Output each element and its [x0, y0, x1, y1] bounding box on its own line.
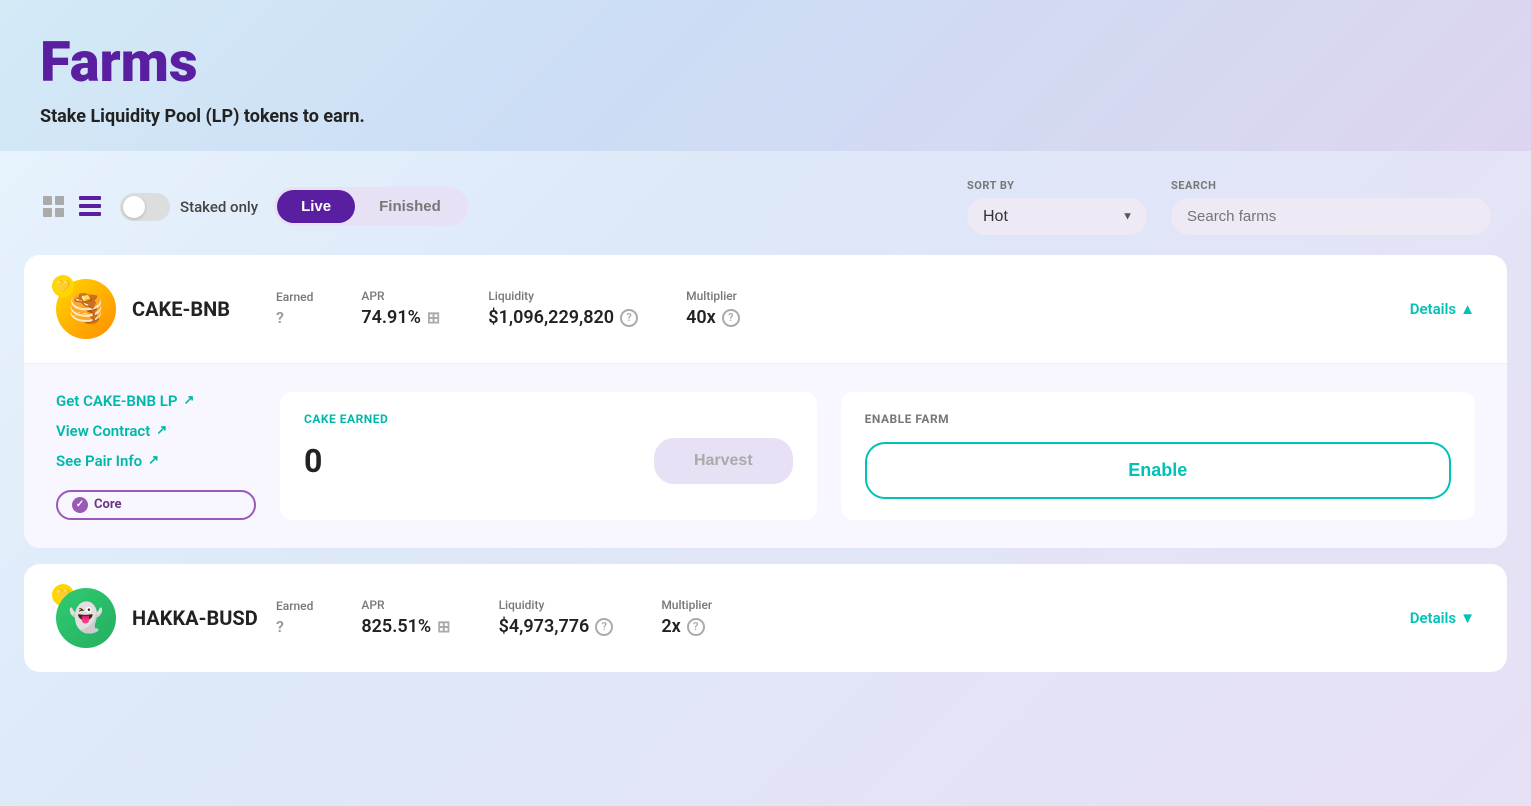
stat-apr-cake-bnb: APR 74.91% ⊞	[361, 289, 440, 328]
apr-calc-icon-2[interactable]: ⊞	[437, 617, 450, 636]
enable-farm-header: ENABLE FARM	[865, 412, 1451, 426]
stat-liquidity-cake-bnb: Liquidity $1,096,229,820 ?	[488, 289, 638, 328]
search-group: SEARCH	[1171, 179, 1491, 235]
external-link-icon-3: ↗	[148, 453, 159, 468]
staked-only-toggle-group: Staked only	[120, 193, 258, 221]
earned-value-2: ?	[276, 617, 313, 636]
liquidity-label: Liquidity	[488, 289, 638, 303]
farm-stats-hakka-busd: Earned ? APR 825.51% ⊞ Liquidity $4,973,…	[276, 598, 1410, 637]
apr-calc-icon[interactable]: ⊞	[427, 308, 440, 327]
multiplier-label-2: Multiplier	[661, 598, 712, 612]
stat-multiplier-cake-bnb: Multiplier 40x ?	[686, 289, 740, 328]
farm-row-hakka-busd: 💛 👻 HAKKA-BUSD Earned ? APR 825.51% ⊞	[24, 564, 1507, 672]
farm-logo-badge: 💛	[52, 275, 74, 297]
apr-label: APR	[361, 289, 440, 303]
left-controls: Staked only Live Finished	[40, 187, 468, 226]
sort-select-wrapper: Hot APR Multiplier Earned Liquidity	[967, 198, 1147, 235]
details-chevron-down-icon: ▼	[1460, 609, 1475, 627]
sort-by-label: SORT BY	[967, 179, 1147, 192]
apr-value-2: 825.51% ⊞	[361, 616, 450, 637]
stat-apr-hakka-busd: APR 825.51% ⊞	[361, 598, 450, 637]
see-pair-info-link[interactable]: See Pair Info ↗	[56, 452, 256, 470]
earned-label: Earned	[276, 290, 313, 304]
list-view-icon[interactable]	[76, 193, 104, 221]
external-link-icon-2: ↗	[156, 423, 167, 438]
farm-card-cake-bnb: 💛 🥞 CAKE-BNB Earned ? APR 74.91% ⊞	[24, 255, 1507, 548]
staked-only-label: Staked only	[180, 198, 258, 216]
cake-earned-header: CAKE EARNED	[304, 412, 793, 426]
page-title: Farms	[40, 32, 1491, 94]
grid-view-icon[interactable]	[40, 193, 68, 221]
liquidity-value: $1,096,229,820 ?	[488, 307, 638, 328]
details-btn-cake-bnb[interactable]: Details ▲	[1410, 300, 1475, 318]
live-finished-tabs: Live Finished	[274, 187, 468, 226]
core-badge: ✓ Core	[56, 490, 256, 520]
farm-logo-cake-bnb: 💛 🥞	[56, 279, 116, 339]
farm-logo-hakka-busd: 💛 👻	[56, 588, 116, 648]
cake-earned-value: 0	[304, 442, 322, 480]
liquidity-value-2: $4,973,776 ?	[499, 616, 614, 637]
staked-only-toggle[interactable]	[120, 193, 170, 221]
right-controls: SORT BY Hot APR Multiplier Earned Liquid…	[967, 179, 1491, 235]
liquidity-info-icon[interactable]: ?	[620, 309, 638, 327]
multiplier-value: 40x ?	[686, 307, 740, 328]
tab-finished[interactable]: Finished	[355, 190, 465, 223]
sort-group: SORT BY Hot APR Multiplier Earned Liquid…	[967, 179, 1147, 235]
farm-stats-cake-bnb: Earned ? APR 74.91% ⊞ Liquidity $1,096,2…	[276, 289, 1410, 328]
earned-label-2: Earned	[276, 599, 313, 613]
farm-logo-inner-2: 👻	[56, 588, 116, 648]
stat-earned-hakka-busd: Earned ?	[276, 599, 313, 636]
farm-expanded-cake-bnb: Get CAKE-BNB LP ↗ View Contract ↗ See Pa…	[24, 363, 1507, 548]
harvest-button[interactable]: Harvest	[654, 438, 793, 484]
cake-earned-body: 0 Harvest	[304, 438, 793, 484]
core-badge-icon: ✓	[72, 497, 88, 513]
farm-name-hakka-busd: HAKKA-BUSD	[132, 606, 258, 630]
apr-label-2: APR	[361, 598, 450, 612]
enable-button[interactable]: Enable	[865, 442, 1451, 499]
apr-value: 74.91% ⊞	[361, 307, 440, 328]
farm-identity-hakka-busd: 💛 👻 HAKKA-BUSD	[56, 588, 276, 648]
liquidity-label-2: Liquidity	[499, 598, 614, 612]
multiplier-info-icon[interactable]: ?	[722, 309, 740, 327]
sort-select[interactable]: Hot APR Multiplier Earned Liquidity	[967, 198, 1147, 235]
farm-links: Get CAKE-BNB LP ↗ View Contract ↗ See Pa…	[56, 392, 256, 520]
enable-farm-box: ENABLE FARM Enable	[841, 392, 1475, 520]
header-section: Farms Stake Liquidity Pool (LP) tokens t…	[0, 0, 1531, 151]
external-link-icon-1: ↗	[183, 393, 194, 408]
farm-row-cake-bnb: 💛 🥞 CAKE-BNB Earned ? APR 74.91% ⊞	[24, 255, 1507, 363]
farm-identity-cake-bnb: 💛 🥞 CAKE-BNB	[56, 279, 276, 339]
farm-name-cake-bnb: CAKE-BNB	[132, 297, 230, 321]
toggle-knob	[123, 196, 145, 218]
tab-live[interactable]: Live	[277, 190, 355, 223]
search-input[interactable]	[1171, 198, 1491, 235]
details-chevron-up-icon: ▲	[1460, 300, 1475, 318]
cake-earned-box: CAKE EARNED 0 Harvest	[280, 392, 817, 520]
details-btn-hakka-busd[interactable]: Details ▼	[1410, 609, 1475, 627]
controls-bar: Staked only Live Finished SORT BY Hot AP…	[0, 151, 1531, 255]
multiplier-value-2: 2x ?	[661, 616, 712, 637]
stat-earned-cake-bnb: Earned ?	[276, 290, 313, 327]
farm-card-hakka-busd: 💛 👻 HAKKA-BUSD Earned ? APR 825.51% ⊞	[24, 564, 1507, 672]
multiplier-info-icon-2[interactable]: ?	[687, 618, 705, 636]
get-lp-link[interactable]: Get CAKE-BNB LP ↗	[56, 392, 256, 410]
view-icons	[40, 193, 104, 221]
earned-value: ?	[276, 308, 313, 327]
view-contract-link[interactable]: View Contract ↗	[56, 422, 256, 440]
farms-container: 💛 🥞 CAKE-BNB Earned ? APR 74.91% ⊞	[0, 255, 1531, 672]
search-label: SEARCH	[1171, 179, 1491, 192]
liquidity-info-icon-2[interactable]: ?	[595, 618, 613, 636]
stat-liquidity-hakka-busd: Liquidity $4,973,776 ?	[499, 598, 614, 637]
multiplier-label: Multiplier	[686, 289, 740, 303]
page-subtitle: Stake Liquidity Pool (LP) tokens to earn…	[40, 106, 1491, 127]
stat-multiplier-hakka-busd: Multiplier 2x ?	[661, 598, 712, 637]
